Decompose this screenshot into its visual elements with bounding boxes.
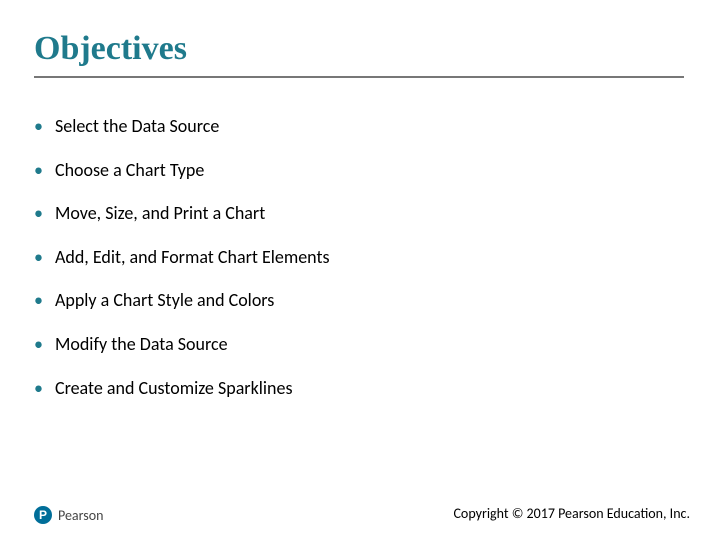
list-item: • Apply a Chart Style and Colors [34,290,674,312]
list-item-label: Create and Customize Sparklines [55,378,293,400]
list-item-label: Add, Edit, and Format Chart Elements [55,247,330,269]
bullet-icon: • [34,160,43,182]
logo-text: Pearson [58,507,103,524]
slide-title: Objectives [34,30,684,78]
bullet-icon: • [34,334,43,356]
list-item-label: Apply a Chart Style and Colors [55,290,274,312]
objectives-list: • Select the Data Source • Choose a Char… [34,116,674,421]
bullet-icon: • [34,247,43,269]
copyright-text: Copyright © 2017 Pearson Education, Inc. [453,505,690,522]
list-item: • Select the Data Source [34,116,674,138]
list-item: • Create and Customize Sparklines [34,378,674,400]
list-item: • Choose a Chart Type [34,160,674,182]
list-item: • Add, Edit, and Format Chart Elements [34,247,674,269]
list-item-label: Modify the Data Source [55,334,228,356]
publisher-logo: P Pearson [34,506,103,524]
list-item: • Modify the Data Source [34,334,674,356]
list-item-label: Choose a Chart Type [55,160,204,182]
slide: Objectives • Select the Data Source • Ch… [0,0,720,540]
bullet-icon: • [34,116,43,138]
bullet-icon: • [34,378,43,400]
logo-badge-icon: P [34,506,52,524]
bullet-icon: • [34,203,43,225]
list-item: • Move, Size, and Print a Chart [34,203,674,225]
bullet-icon: • [34,290,43,312]
list-item-label: Move, Size, and Print a Chart [55,203,265,225]
list-item-label: Select the Data Source [55,116,219,138]
